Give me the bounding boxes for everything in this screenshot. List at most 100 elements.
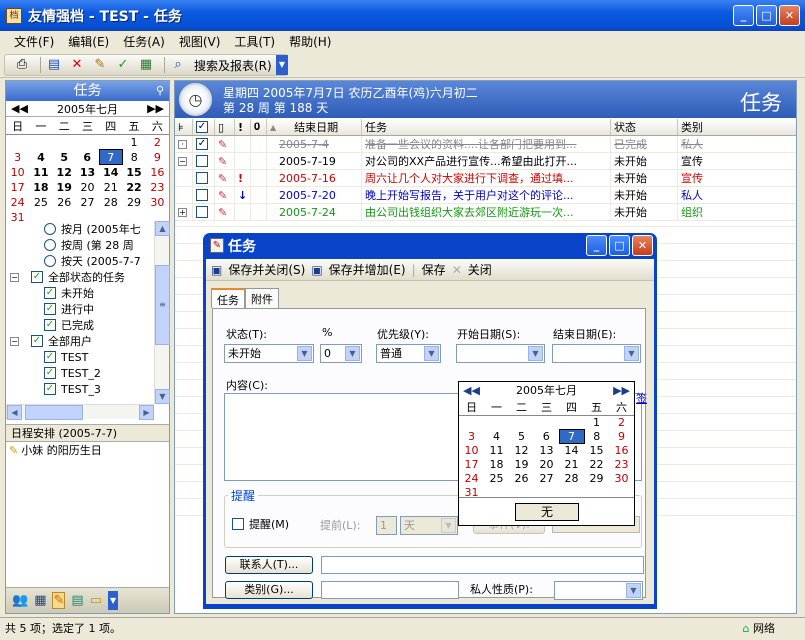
prev-year-icon[interactable]: ◀◀ <box>11 102 28 115</box>
calendar-day[interactable]: 18 <box>29 180 52 195</box>
status-select[interactable]: 未开始 ▼ <box>224 344 314 363</box>
tasks-icon[interactable]: ✎ <box>52 592 66 609</box>
tree-item[interactable]: ✓ TEST_3 <box>6 381 156 397</box>
calendar-day[interactable]: 24 <box>6 195 29 210</box>
tab-attachment[interactable]: 附件 <box>245 288 279 308</box>
checkbox-icon[interactable]: ✓ <box>31 335 43 347</box>
picker-day[interactable]: 24 <box>459 472 484 486</box>
col-task[interactable]: 任务 <box>362 119 611 135</box>
calendar-icon[interactable]: ▦ <box>34 593 46 608</box>
table-row[interactable]: ✎! 2005-7-16 周六让几个人对大家进行下调查，通过填... 未开始 宣传 <box>175 170 796 187</box>
percent-select[interactable]: 0 ▼ <box>320 344 362 363</box>
table-icon[interactable]: ▦ <box>137 56 155 74</box>
calendar-day[interactable]: 4 <box>29 150 52 165</box>
save-button[interactable]: 保存 <box>422 261 446 278</box>
menu-help[interactable]: 帮助(H) <box>289 33 331 50</box>
picker-day[interactable]: 7 <box>558 429 585 444</box>
complete-checkbox[interactable] <box>196 155 208 167</box>
print-icon[interactable]: ⎙ <box>13 56 31 74</box>
delete-icon[interactable]: ✕ <box>68 56 86 74</box>
picker-day[interactable]: 20 <box>534 458 559 472</box>
radio-icon[interactable] <box>44 255 56 267</box>
table-row[interactable]: + ✎ 2005-7-24 由公司出钱组织大家去郊区附近游玩一次... 未开始 组织 <box>175 204 796 221</box>
table-row[interactable]: ✎ ↓ 2005-7-20 晚上开始写报告，关于用户对这个的评论... 未开始 私人 <box>175 187 796 204</box>
expand-icon[interactable]: + <box>178 207 187 217</box>
picker-day[interactable]: 15 <box>584 444 609 458</box>
next-year-icon[interactable]: ▶▶ <box>147 102 164 115</box>
calendar-day[interactable]: 20 <box>76 180 99 195</box>
pin-icon[interactable]: ⚲ <box>156 81 164 101</box>
calendar-day[interactable]: 28 <box>99 195 122 210</box>
scroll-down-icon[interactable]: ▼ <box>155 389 170 404</box>
tree-hscrollbar[interactable]: ◀ ▶ <box>6 404 154 420</box>
notes-icon[interactable]: ▤ <box>71 593 83 608</box>
scroll-right-icon[interactable]: ▶ <box>139 405 154 420</box>
picker-day[interactable]: 18 <box>484 458 509 472</box>
picker-day[interactable]: 13 <box>534 444 559 458</box>
dialog-close-button[interactable]: ✕ <box>632 235 653 256</box>
priority-select[interactable]: 普通 ▼ <box>376 344 441 363</box>
calendar-day[interactable]: 3 <box>6 150 29 165</box>
picker-day[interactable]: 4 <box>484 430 509 444</box>
clear-date-button[interactable]: 无 <box>515 503 579 521</box>
search-report-button[interactable]: 搜索及报表(R) <box>194 57 272 74</box>
scroll-thumb[interactable]: ≡ <box>155 265 170 345</box>
schedule-item[interactable]: ✎ 小妹 的阳历生日 <box>6 442 169 458</box>
expand-icon[interactable]: · <box>178 139 187 149</box>
picker-day[interactable]: 28 <box>559 472 584 486</box>
note-icon[interactable]: ✎ <box>91 56 109 74</box>
picker-day[interactable]: 25 <box>484 472 509 486</box>
checkbox-icon[interactable]: ✓ <box>44 351 56 363</box>
dialog-minimize-button[interactable]: _ <box>586 235 607 256</box>
picker-day[interactable]: 29 <box>584 472 609 486</box>
picker-day[interactable]: 11 <box>484 444 509 458</box>
calendar-day[interactable]: 5 <box>53 150 76 165</box>
checkbox-icon[interactable]: ✓ <box>44 303 56 315</box>
calendar-day[interactable]: 29 <box>122 195 145 210</box>
end-date-select[interactable]: ▼ <box>552 344 641 363</box>
picker-day[interactable]: 8 <box>584 430 609 444</box>
calendar-day[interactable]: 25 <box>29 195 52 210</box>
calendar-day[interactable]: 2 <box>146 135 169 150</box>
tree-item[interactable]: ✓ 未开始 <box>6 285 156 301</box>
prev-month-icon[interactable]: ◀◀ <box>463 384 480 397</box>
picker-day[interactable]: 27 <box>534 472 559 486</box>
close-button[interactable]: ✕ <box>779 5 800 26</box>
picker-day[interactable]: 14 <box>559 444 584 458</box>
menu-tools[interactable]: 工具(T) <box>234 33 275 50</box>
picker-day[interactable]: 3 <box>459 430 484 444</box>
calendar-day[interactable]: 12 <box>53 165 76 180</box>
col-type-icon[interactable]: ▯ <box>215 119 235 135</box>
tree-item[interactable]: 按天 (2005-7-7 <box>6 253 156 269</box>
checkbox-icon[interactable]: ✓ <box>44 287 56 299</box>
collapse-icon[interactable]: − <box>10 272 19 282</box>
tree-item[interactable]: ✓ 进行中 <box>6 301 156 317</box>
picker-day[interactable]: 12 <box>509 444 534 458</box>
calendar-day[interactable]: 30 <box>146 195 169 210</box>
save-close-button[interactable]: 保存并关闭(S) <box>228 261 305 278</box>
next-month-icon[interactable]: ▶▶ <box>613 384 630 397</box>
close-dialog-button[interactable]: 关闭 <box>468 261 492 278</box>
calendar-day[interactable]: 22 <box>122 180 145 195</box>
contacts-field[interactable] <box>321 556 644 574</box>
checkbox-icon[interactable]: ✓ <box>31 271 43 283</box>
menu-view[interactable]: 视图(V) <box>179 33 221 50</box>
col-end-date[interactable]: ▲ 结束日期 <box>267 119 362 135</box>
calendar-day[interactable]: 9 <box>146 150 169 165</box>
calendar-day[interactable]: 23 <box>146 180 169 195</box>
picker-day[interactable]: 2 <box>609 416 634 430</box>
checkbox-icon[interactable]: ✓ <box>44 367 56 379</box>
save-add-button[interactable]: 保存并增加(E) <box>329 261 406 278</box>
checkbox-icon[interactable]: ✓ <box>44 319 56 331</box>
col-attachment-icon[interactable]: 𝟎 <box>251 119 267 135</box>
tree-item[interactable]: ✓ TEST <box>6 349 156 365</box>
category-field[interactable] <box>321 581 459 599</box>
category-button[interactable]: 类别(G)... <box>225 581 313 599</box>
calendar-day[interactable]: 10 <box>6 165 29 180</box>
picker-day[interactable]: 17 <box>459 458 484 472</box>
complete-checkbox[interactable] <box>196 172 208 184</box>
expand-icon[interactable] <box>178 190 187 200</box>
calendar-day[interactable]: 6 <box>76 150 99 165</box>
table-row[interactable]: − ✎ 2005-7-19 对公司的XX产品进行宣传...希望由此打开... 未开始 宣传 <box>175 153 796 170</box>
checkbox-icon[interactable]: ✓ <box>44 383 56 395</box>
